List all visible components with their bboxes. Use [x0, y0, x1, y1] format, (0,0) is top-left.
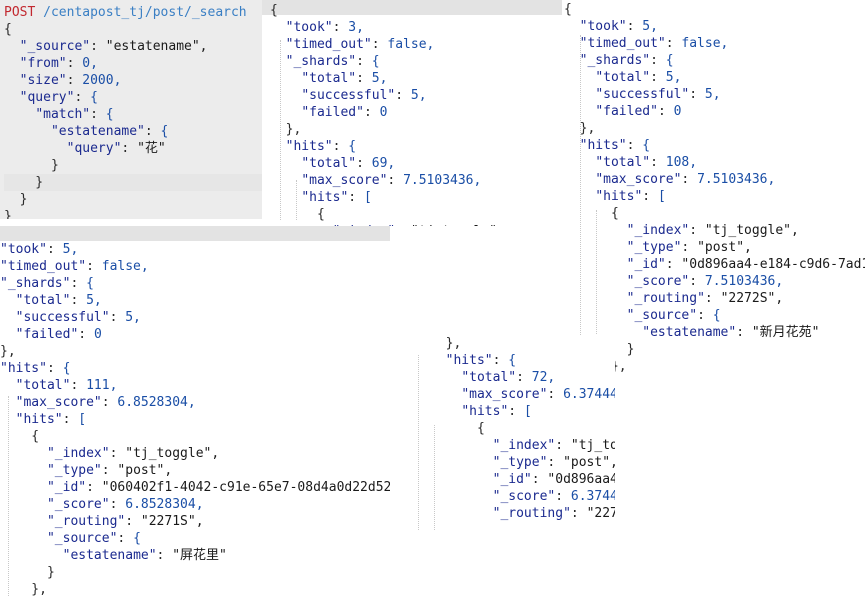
http-method: POST: [4, 5, 36, 20]
code-line: "_index": "tj_toggle",: [46, 446, 220, 461]
indent-guide: [418, 355, 419, 530]
code-line: "max_score": 6.3744426: [461, 387, 615, 402]
code-line: },: [564, 121, 596, 136]
code-line: {: [270, 207, 325, 222]
code-line: "hits": {: [0, 361, 71, 376]
code-line: {: [270, 3, 278, 18]
code-line: "failed": 0: [301, 105, 388, 120]
code-line: "total": 5,: [15, 293, 102, 308]
request-editor[interactable]: POST /centapost_tj/post/_search{ "_sourc…: [0, 0, 262, 219]
code-line: "_source": {: [46, 531, 141, 546]
code-line: "max_score": 7.5103436,: [301, 173, 482, 188]
code-line: {: [564, 206, 619, 221]
code-line: "successful": 5,: [301, 88, 427, 103]
panel-scroll-bar[interactable]: [262, 0, 562, 15]
code-line: "hits": [: [15, 412, 87, 427]
code-line: "total": 111,: [15, 378, 118, 393]
code-line: "total": 69,: [301, 156, 396, 171]
code-line: "query": {: [19, 90, 98, 105]
code-line: }: [0, 565, 55, 580]
code-line: },: [270, 122, 302, 137]
code-line: "_id": "0d896aa4-e: [492, 472, 615, 487]
code-line: "total": 108,: [595, 155, 698, 170]
code-line: "_shards": {: [0, 276, 94, 291]
code-line: "_shards": {: [285, 54, 380, 69]
code-line: "from": 0,: [19, 56, 98, 71]
code-line: "timed_out": false,: [579, 36, 729, 51]
panel-scroll-bar[interactable]: [0, 226, 390, 241]
code-line: "hits": [: [461, 404, 532, 419]
response-panel-d[interactable]: }, "hits": { "total": 72, "max_score": 6…: [390, 335, 615, 530]
code-line: "_routing": "2272S: [492, 506, 615, 521]
response-panel-c[interactable]: "took": 5, "timed_out": false, "_shards": …: [0, 226, 390, 596]
code-line: "_index": "tj_togg: [492, 438, 615, 453]
code-line: "took": 5,: [0, 242, 79, 257]
code-line: "_score": 7.5103436,: [626, 274, 784, 289]
code-line: }: [4, 158, 59, 173]
code-line: "hits": {: [445, 353, 517, 368]
code-line: },: [0, 344, 16, 359]
code-line: "_type": "post",: [46, 463, 173, 478]
code-line: "hits": [: [595, 189, 666, 204]
code-line: {: [4, 22, 12, 37]
code-line: "_type": "post",: [492, 455, 615, 470]
code-line: "timed_out": false,: [285, 37, 435, 52]
code-line: "_routing": "2272S",: [626, 291, 784, 306]
code-line: {: [0, 429, 40, 444]
code-line: "_index": "tj_toggle",: [626, 223, 799, 238]
code-line: }: [4, 174, 262, 191]
code-line: "_shards": {: [579, 53, 674, 68]
code-line: "failed": 0: [15, 327, 102, 342]
code-line: "hits": [: [301, 190, 372, 205]
code-line: "_id": "0d896aa4-e184-c9d6-7ad1-: [626, 257, 865, 272]
response-panel-a[interactable]: { "took": 3, "timed_out": false, "_shard…: [262, 0, 562, 226]
request-path: /centapost_tj/post/_search: [35, 5, 247, 20]
code-line: }: [4, 192, 28, 207]
code-line: "hits": {: [285, 139, 357, 154]
request-line[interactable]: POST /centapost_tj/post/_search: [4, 4, 247, 21]
code-line: "max_score": 6.8528304,: [15, 395, 196, 410]
code-line: "total": 5,: [301, 71, 388, 86]
code-line: "_score": 6.374442: [492, 489, 615, 504]
code-line: "total": 72,: [461, 370, 556, 385]
code-line: "_type": "post",: [626, 240, 752, 255]
code-line: },: [430, 336, 462, 351]
code-line: "max_score": 7.5103436,: [595, 172, 776, 187]
code-line: }: [4, 209, 12, 219]
code-line: "estatename": "屏花里": [62, 548, 227, 563]
code-line: "took": 3,: [285, 20, 364, 35]
code-line: "successful": 5,: [595, 87, 721, 102]
code-line: "match": {: [35, 107, 114, 122]
code-line: },: [0, 582, 47, 596]
code-line: "_source": {: [626, 308, 721, 323]
code-line: "size": 2000,: [19, 73, 122, 88]
code-line: "_id": "060402f1-4042-c91e-65e7-08d4a0d2…: [46, 480, 390, 495]
response-panel-b[interactable]: { "took": 5, "timed_out": false, "_shard…: [562, 0, 865, 375]
code-line: "estatename": {: [50, 124, 169, 139]
code-line: {: [430, 421, 485, 436]
code-line: "query": "花": [66, 141, 166, 156]
code-line: "_score": 6.8528304,: [46, 497, 204, 512]
code-line: "total": 5,: [595, 70, 682, 85]
code-line: "hits": {: [579, 138, 651, 153]
code-line: {: [564, 2, 572, 17]
code-line: "successful": 5,: [15, 310, 141, 325]
code-line: "_source": "estatename",: [19, 39, 208, 54]
code-line: "_routing": "2271S",: [46, 514, 204, 529]
code-line: "timed_out": false,: [0, 259, 149, 274]
code-line: "failed": 0: [595, 104, 682, 119]
code-line: "took": 5,: [579, 19, 658, 34]
